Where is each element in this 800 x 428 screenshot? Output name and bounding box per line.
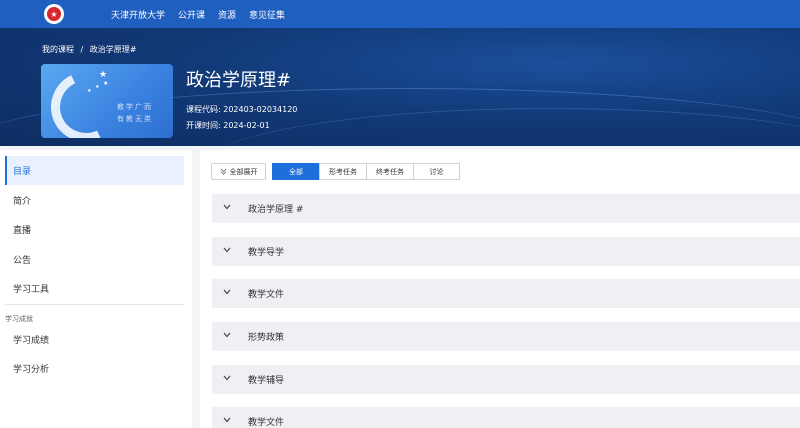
expand-all-button[interactable]: 全部展开 — [211, 163, 266, 180]
sidebar-item-grades[interactable]: 学习成绩 — [5, 325, 184, 354]
course-cover-image: ★ ★ ★ ★ 教学广而 有教无类 — [41, 64, 173, 138]
logo-mark-icon: ★ — [47, 7, 61, 21]
nav-item-university[interactable]: 天津开放大学 — [111, 8, 165, 21]
nav-item-feedback[interactable]: 意见征集 — [249, 8, 285, 21]
section-title: 政治学原理 # — [248, 205, 304, 215]
section-title: 形势政策 — [248, 333, 285, 343]
nav-item-open-course[interactable]: 公开课 — [178, 8, 205, 21]
sidebar-item-tools[interactable]: 学习工具 — [5, 274, 184, 303]
section-title: 教学辅导 — [248, 376, 285, 386]
section-title: 教学导学 — [248, 248, 285, 258]
sidebar-item-contents[interactable]: 目录 — [5, 156, 184, 185]
cover-slogan-line1: 教学广而 — [117, 103, 153, 111]
nav-items: 天津开放大学 公开课 资源 意见征集 — [111, 0, 298, 28]
chevron-down-icon — [223, 417, 231, 423]
section-row[interactable]: 教学辅导 — [212, 365, 800, 394]
tab-discussion[interactable]: 讨论 — [413, 163, 460, 180]
top-nav: ★ 天津开放大学 公开课 资源 意见征集 — [0, 0, 800, 28]
double-chevron-down-icon — [220, 168, 226, 175]
sidebar-group-label: 学习成就 — [5, 315, 33, 323]
cover-swirl-graphic — [41, 64, 131, 138]
section-title: 教学文件 — [248, 418, 285, 428]
task-filter-tabs: 全部 形考任务 终考任务 讨论 — [272, 163, 460, 180]
star-icon: ★ — [87, 88, 92, 94]
tab-all[interactable]: 全部 — [272, 163, 320, 180]
section-row[interactable]: 教学文件 — [212, 279, 800, 308]
tab-formative-tasks[interactable]: 形考任务 — [319, 163, 367, 180]
sidebar-item-announcements[interactable]: 公告 — [5, 245, 184, 274]
section-row[interactable]: 教学文件 — [212, 407, 800, 428]
main-content: 全部展开 全部 形考任务 终考任务 讨论 政治学原理 # 教学导学 教学文件 形… — [200, 150, 800, 428]
course-title: 政治学原理# — [186, 70, 292, 91]
chevron-down-icon — [223, 332, 231, 338]
course-code: 课程代码: 202403-02034120 — [186, 105, 298, 114]
chevron-down-icon — [223, 375, 231, 381]
sidebar-item-intro[interactable]: 简介 — [5, 186, 184, 215]
nav-item-resources[interactable]: 资源 — [218, 8, 236, 21]
star-icon: ★ — [95, 84, 100, 90]
star-icon: ★ — [103, 80, 109, 87]
breadcrumb-my-courses[interactable]: 我的课程 — [42, 45, 74, 54]
chevron-down-icon — [223, 289, 231, 295]
university-logo[interactable]: ★ — [44, 4, 64, 24]
sidebar-divider — [5, 304, 184, 305]
sidebar-item-live[interactable]: 直播 — [5, 215, 184, 244]
expand-all-label: 全部展开 — [229, 167, 258, 176]
cover-slogan-line2: 有教无类 — [117, 115, 153, 123]
chevron-down-icon — [223, 204, 231, 210]
section-row[interactable]: 政治学原理 # — [212, 194, 800, 223]
chevron-down-icon — [223, 247, 231, 253]
course-start-date: 开课时间: 2024-02-01 — [186, 121, 270, 130]
breadcrumb-separator: / — [80, 45, 84, 54]
star-icon: ★ — [99, 70, 108, 80]
tab-final-tasks[interactable]: 终考任务 — [366, 163, 414, 180]
sidebar-item-analytics[interactable]: 学习分析 — [5, 354, 184, 383]
section-row[interactable]: 教学导学 — [212, 237, 800, 266]
breadcrumb-current: 政治学原理# — [89, 45, 137, 54]
breadcrumb: 我的课程 / 政治学原理# — [42, 44, 141, 55]
course-banner: 我的课程 / 政治学原理# ★ ★ ★ ★ 教学广而 有教无类 政治学原理# 课… — [0, 28, 800, 146]
section-title: 教学文件 — [248, 290, 285, 300]
course-sidebar: 目录 简介 直播 公告 学习工具 学习成就 学习成绩 学习分析 — [0, 150, 192, 428]
section-row[interactable]: 形势政策 — [212, 322, 800, 351]
